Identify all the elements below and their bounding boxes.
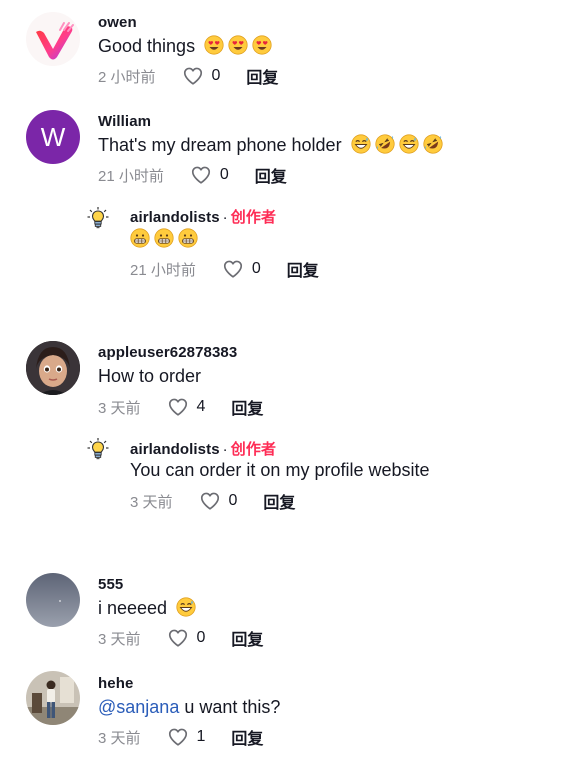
avatar[interactable] [26,573,80,627]
user-mention-link[interactable]: @sanjana [98,697,179,717]
avatar[interactable] [26,12,80,66]
reply-time: 3 天前 [130,493,173,511]
comment-meta: 3 天前 4 回复 [98,396,263,418]
comment-username[interactable]: 555 [98,576,123,593]
reply-button[interactable]: 回复 [263,489,295,513]
comment-text: @sanjana u want this? [98,697,280,718]
reply-button[interactable]: 回复 [231,626,263,650]
heart-icon [182,65,204,87]
comment-text-content: That's my dream phone holder [98,135,342,155]
heart-icon [190,164,212,186]
like-count: 0 [211,67,221,84]
avatar[interactable] [26,671,80,725]
heart-icon [167,627,189,649]
grinning-sweat-emoji-icon [351,134,371,154]
like-button[interactable]: 0 [182,65,221,87]
reply-button[interactable]: 回复 [255,163,287,187]
creator-badge: 创作者 [230,209,277,226]
comment-time: 2 小时前 [98,68,156,86]
like-count: 0 [219,166,229,183]
comment-text: Good things [98,35,276,57]
like-button[interactable]: 1 [167,726,206,748]
grimacing-emoji-icon [178,228,198,248]
heart-icon [222,258,244,280]
comment-time: 3 天前 [98,399,141,417]
comment-text-content: i neeeed [98,598,168,618]
grinning-sweat-emoji-icon [399,134,419,154]
brand-logo-icon [36,22,74,60]
comment-text: That's my dream phone holder [98,134,447,156]
comment-item: W William That's my dream phone holder 2… [0,100,569,300]
reply-text [130,228,202,250]
reply-button[interactable]: 回复 [231,725,263,749]
comment-text: How to order [98,366,202,386]
emoji-group [351,135,447,155]
comment-username[interactable]: owen [98,14,137,31]
separator-dot: · [222,209,228,226]
reply-meta: 3 天前 0 回复 [130,490,295,512]
reply-button[interactable]: 回复 [287,257,319,281]
comment-item: owen Good things 2 小时前 0 回复 [0,0,569,100]
reply-button[interactable]: 回复 [246,64,278,88]
comment-username[interactable]: William [98,113,151,130]
heart-eyes-emoji-icon [204,35,224,55]
profile-photo-icon [26,671,80,725]
reply-username-row: airlandolists · 创作者 [130,438,276,459]
like-button[interactable]: 0 [167,627,206,649]
like-count: 0 [251,260,261,277]
reply-text: You can order it on my profile website [130,460,430,480]
comment-time: 3 天前 [98,630,141,648]
creator-badge: 创作者 [230,441,277,458]
emoji-group [204,36,276,56]
grinning-sweat-emoji-icon [176,597,196,617]
reply-username[interactable]: airlandolists [130,209,220,226]
reply-username-row: airlandolists · 创作者 [130,206,276,227]
emoji-group [176,598,200,618]
lightbulb-avatar-icon[interactable] [86,206,110,230]
reply-time: 21 小时前 [130,261,196,279]
separator-dot: · [222,441,228,458]
reply-username[interactable]: airlandolists [130,441,220,458]
reply-button[interactable]: 回复 [231,395,263,419]
reply-meta: 21 小时前 0 回复 [130,258,319,280]
comment-time: 21 小时前 [98,167,164,185]
like-button[interactable]: 0 [190,164,229,186]
comment-meta: 2 小时前 0 回复 [98,65,278,87]
comment-text: i neeeed [98,597,200,619]
comment-time: 3 天前 [98,729,141,747]
like-button[interactable]: 0 [222,258,261,280]
heart-icon [167,726,189,748]
like-count: 0 [228,492,238,509]
heart-icon [167,396,189,418]
avatar-letter: W [40,121,66,152]
profile-photo-icon [26,573,80,627]
like-count: 1 [196,728,206,745]
like-button[interactable]: 0 [199,490,238,512]
avatar[interactable]: W [26,110,80,164]
comment-item: 555 i neeeed 3 天前 0 回复 [0,560,569,660]
rofl-emoji-icon [423,134,443,154]
comment-meta: 3 天前 0 回复 [98,627,263,649]
comment-username[interactable]: hehe [98,675,133,692]
avatar[interactable] [26,341,80,395]
rofl-emoji-icon [375,134,395,154]
heart-icon [199,490,221,512]
comment-item: hehe @sanjana u want this? 3 天前 1 回复 [0,660,569,769]
lightbulb-avatar-icon[interactable] [86,437,110,461]
comment-item: appleuser62878383 How to order 3 天前 4 回复… [0,330,569,550]
like-count: 0 [196,629,206,646]
comment-meta: 21 小时前 0 回复 [98,164,287,186]
like-count: 4 [196,398,206,415]
grimacing-emoji-icon [130,228,150,248]
heart-eyes-emoji-icon [252,35,272,55]
profile-photo-icon [26,341,80,395]
grimacing-emoji-icon [154,228,174,248]
comment-username[interactable]: appleuser62878383 [98,344,237,361]
comment-meta: 3 天前 1 回复 [98,726,263,748]
comment-text-content: u want this? [179,697,281,717]
comment-text-content: Good things [98,36,196,56]
heart-eyes-emoji-icon [228,35,248,55]
like-button[interactable]: 4 [167,396,206,418]
